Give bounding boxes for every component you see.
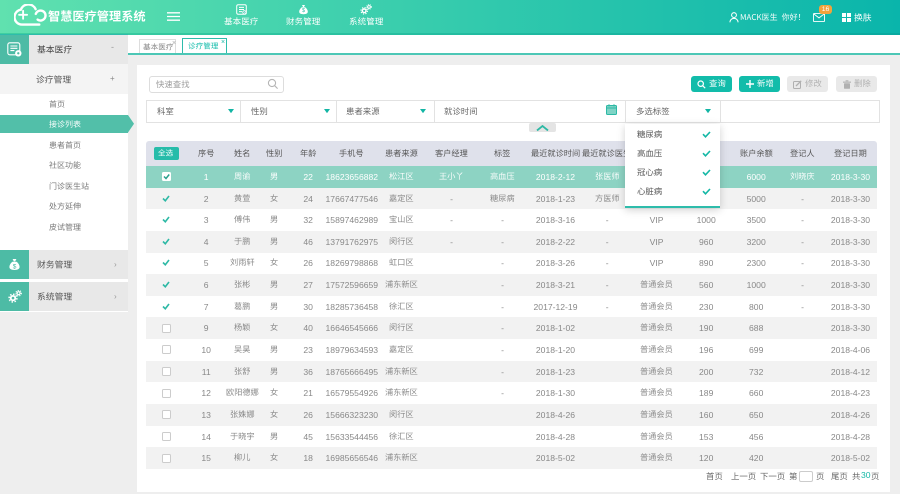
- svg-text:$: $: [13, 263, 17, 270]
- svg-text:$: $: [301, 8, 304, 14]
